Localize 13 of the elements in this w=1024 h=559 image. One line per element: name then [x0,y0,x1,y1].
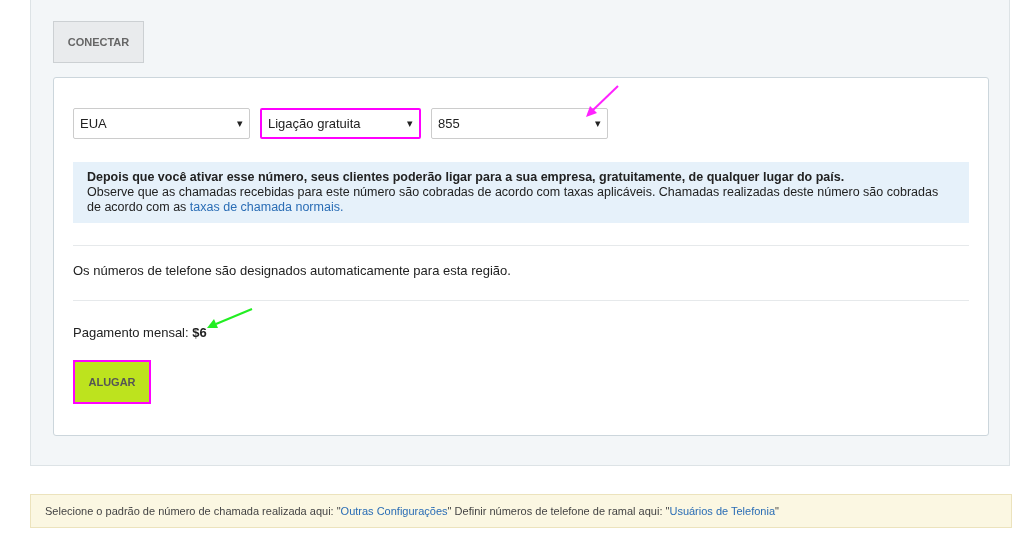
connect-button[interactable]: CONECTAR [53,21,144,63]
info-title: Depois que você ativar esse número, seus clientes poderão ligar para a sua empresa, gratuitamente, de qualquer lugar do país. [87,170,846,185]
monthly-payment: Pagamento mensal: $6 [73,325,208,340]
dropdown-field[interactable]: Ligação gratuita ▾ [260,108,421,139]
assignment-note: Os números de telefone são designados automaticamente para esta região. [73,263,512,278]
info-text: Observe que as chamadas recebidas para este número são cobradas de acordo com taxas aplicáveis. Chamadas realizadas deste número são cobradas de acordo com as taxas de chamada normais. [87,185,940,215]
settings-link[interactable]: Usuários de Telefonia [669,505,776,517]
settings-link[interactable]: Outras Configurações [340,505,448,517]
dropdown-field[interactable]: EUA ▾ [73,108,250,139]
dropdown-field[interactable]: 855 ▾ [431,108,608,139]
rent-button[interactable]: ALUGAR [73,360,151,404]
footer-note: Selecione o padrão de número de chamada realizada aqui: "Outras Configurações" Definir números de telefone de ramal aqui: "Usuários de Telefonia" [30,494,1012,528]
call-rates-link[interactable]: taxas de chamada normais. [189,200,344,214]
